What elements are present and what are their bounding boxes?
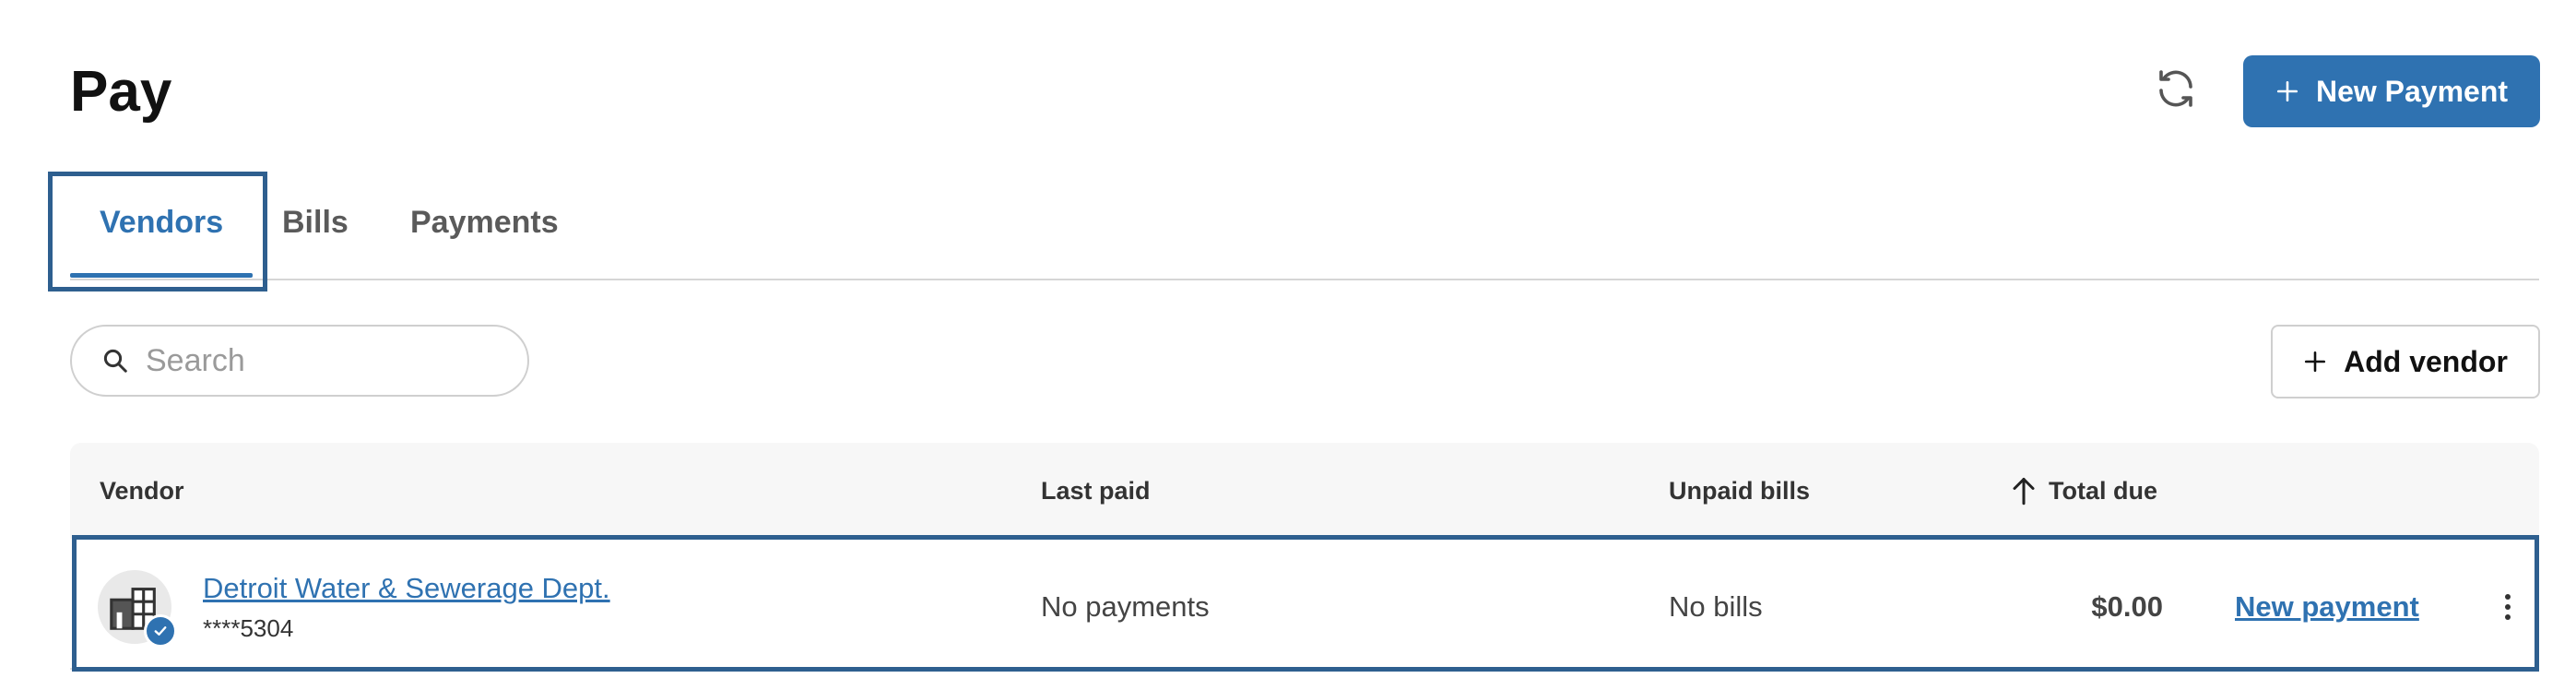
focus-outline-row xyxy=(72,535,2539,672)
column-header-vendor[interactable]: Vendor xyxy=(100,474,184,507)
column-header-last-paid[interactable]: Last paid xyxy=(1041,474,1151,507)
plus-icon xyxy=(2305,351,2326,373)
add-vendor-label: Add vendor xyxy=(2344,344,2508,378)
tabs-divider xyxy=(70,279,2539,280)
search-box[interactable] xyxy=(70,325,529,397)
add-vendor-button[interactable]: Add vendor xyxy=(2271,325,2540,399)
column-header-total-due[interactable]: Total due xyxy=(2010,474,2157,507)
tab-payments[interactable]: Payments xyxy=(410,199,559,245)
refresh-button[interactable] xyxy=(2148,61,2204,116)
arrow-up-icon xyxy=(2013,478,2035,506)
column-header-unpaid-bills[interactable]: Unpaid bills xyxy=(1669,474,1810,507)
new-payment-label: New Payment xyxy=(2315,74,2509,108)
refresh-icon xyxy=(2159,70,2192,107)
search-input[interactable] xyxy=(144,341,498,380)
page-title: Pay xyxy=(70,60,172,124)
tab-bills[interactable]: Bills xyxy=(282,199,349,245)
table-header xyxy=(70,443,2539,539)
new-payment-button[interactable]: New Payment xyxy=(2243,55,2540,127)
search-icon xyxy=(103,349,127,373)
plus-icon xyxy=(2276,80,2298,102)
total-due-label: Total due xyxy=(2049,477,2157,505)
focus-outline-tab xyxy=(48,172,267,291)
